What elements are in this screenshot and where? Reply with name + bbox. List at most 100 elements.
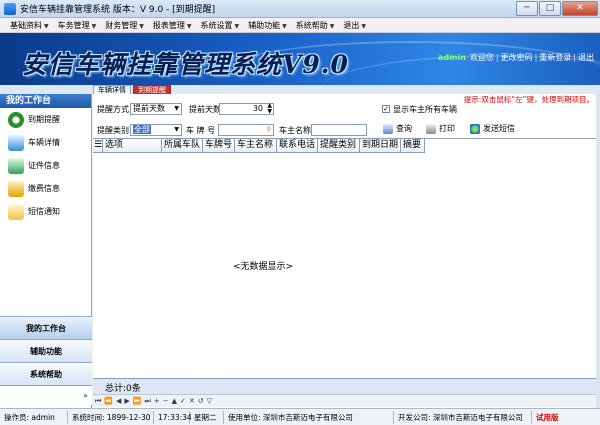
query-button[interactable]: 查询 (383, 123, 412, 134)
post-record-icon[interactable]: ✓ (180, 397, 186, 405)
sidebar-item-vehicle-details[interactable]: 车辆详情 (0, 131, 91, 154)
menu-reports[interactable]: 报表管理 ▼ (153, 20, 192, 31)
filter-icon[interactable]: ▽ (207, 397, 212, 405)
status-operator: 操作员: admin (0, 410, 68, 424)
vertical-scrollbar[interactable] (596, 94, 600, 408)
status-clock: 17:33:34 (154, 410, 192, 424)
print-button[interactable]: 打印 (426, 123, 455, 134)
window-title: 安信车辆挂靠管理系统 版本：V 9.0 - [到期提醒] (20, 5, 216, 15)
money-icon (8, 180, 24, 197)
tab-expiry-reminder[interactable]: 到期提醒 (133, 85, 171, 94)
filter-panel: 提醒方式: 提前天数 ▼ 提前天数: 30 ▲ ▼ ✓ 显示车主所有车辆 提醒类别 全… (93, 98, 596, 140)
show-all-label: 显示车主所有车辆 (393, 105, 457, 114)
record-navigator: ⏮ ⏪ ◀ ▶ ⏩ ⏭ + − ▲ ✓ ✕ ↺ ▽ (93, 394, 596, 407)
sidebar-item-label: 缴费信息 (28, 184, 60, 193)
empty-state-text: <无数据显示> (233, 262, 294, 272)
menu-finance[interactable]: 财务管理 ▼ (105, 20, 144, 31)
delete-record-icon[interactable]: − (163, 397, 169, 405)
tab-strip: 车辆详情 到期提醒 (0, 85, 600, 94)
remind-type-select[interactable]: 全部 ▼ (130, 124, 182, 136)
col-header-option[interactable]: 选项 (103, 139, 162, 153)
insert-record-icon[interactable]: + (154, 397, 160, 405)
tools-button[interactable]: 辅助功能 (0, 339, 92, 362)
chevron-down-icon: ▼ (174, 105, 179, 112)
menu-settings[interactable]: 系统设置 ▼ (201, 20, 240, 31)
menu-bar: 基础资料 ▼ 车务管理 ▼ 财务管理 ▼ 报表管理 ▼ 系统设置 ▼ 辅助功能 ▼ 系统帮助… (0, 18, 600, 33)
car-icon (8, 134, 24, 151)
menu-basic-data[interactable]: 基础资料 ▼ (10, 20, 49, 31)
current-user: admin (437, 53, 466, 62)
next-page-icon[interactable]: ⏩ (133, 397, 142, 405)
chevron-down-icon: ▼ (44, 22, 49, 30)
first-record-icon[interactable]: ⏮ (95, 397, 101, 406)
col-header-plate[interactable]: 车牌号 (203, 139, 235, 153)
expand-arrow-icon[interactable]: » (0, 385, 92, 405)
exit-link[interactable]: 退出 (578, 53, 594, 62)
sidebar-item-label: 车辆详情 (28, 138, 60, 147)
col-header-phone[interactable]: 联系电话 (277, 139, 318, 153)
chevron-down-icon: ▼ (174, 126, 179, 133)
sidebar-item-label: 证件信息 (28, 161, 60, 170)
sidebar-header: 我的工作台 (0, 94, 91, 108)
menu-tools[interactable]: 辅助功能 ▼ (248, 20, 287, 31)
col-header-team[interactable]: 所属车队 (162, 139, 203, 153)
status-trial-badge: 试用版 (536, 412, 559, 422)
sms-send-icon (470, 123, 480, 134)
menu-help[interactable]: 系统帮助 ▼ (296, 20, 335, 31)
spin-arrows-icon[interactable]: ▲ ▼ (267, 103, 272, 115)
sidebar-item-expiry-reminder[interactable]: 到期提醒 (0, 108, 91, 131)
refresh-icon[interactable]: ↺ (198, 397, 204, 405)
query-icon (383, 123, 393, 134)
maximize-button[interactable]: □ (539, 1, 561, 16)
remind-type-label: 提醒类别 (97, 126, 129, 135)
banner: 安信车辆挂靠管理系统V9.0 admin 欢迎您 | 更改密码 | 重新登录 | 退出 (0, 33, 600, 85)
total-count: 总计:0条 (105, 384, 141, 394)
close-button[interactable]: ✕ (562, 1, 598, 16)
sidebar-item-label: 短信通知 (28, 207, 60, 216)
prev-page-icon[interactable]: ⏪ (104, 397, 113, 405)
sms-icon (8, 203, 24, 220)
grid-header: ☰ 选项 所属车队 车牌号 车主名称 联系电话 提醒类别 到期日期 摘要 (93, 139, 425, 153)
sidebar-item-documents[interactable]: 证件信息 (0, 154, 91, 177)
data-grid[interactable]: ☰ 选项 所属车队 车牌号 车主名称 联系电话 提醒类别 到期日期 摘要 <无数… (93, 138, 596, 378)
search-icon[interactable]: ⚲ (267, 125, 271, 135)
help-button[interactable]: 系统帮助 (0, 362, 92, 385)
chevron-down-icon: ▼ (91, 22, 97, 30)
status-system-time: 系统时间: 1899-12-30 (68, 410, 154, 424)
col-header-summary[interactable]: 摘要 (401, 139, 425, 153)
window-controls: ─ □ ✕ (516, 1, 598, 16)
last-record-icon[interactable]: ⏭ (145, 397, 151, 406)
plate-input[interactable]: ⚲ (218, 124, 274, 136)
status-user-unit: 使用单位: 深圳市吉斯迈电子有限公司 (224, 410, 394, 424)
remind-mode-select[interactable]: 提前天数 ▼ (130, 103, 182, 115)
change-password-link[interactable]: 更改密码 (501, 53, 533, 62)
menu-exit[interactable]: 退出 ▼ (343, 20, 366, 31)
workbench-button[interactable]: 我的工作台 (0, 316, 92, 339)
chevron-down-icon: ▼ (186, 22, 192, 30)
menu-vehicle-affairs[interactable]: 车务管理 ▼ (58, 20, 97, 31)
col-header-remind-type[interactable]: 提醒类别 (318, 139, 360, 153)
cancel-record-icon[interactable]: ✕ (189, 397, 195, 405)
prev-record-icon[interactable]: ◀ (116, 397, 121, 405)
welcome-text: 欢迎您 (469, 53, 494, 62)
status-developer: 开发公司: 深圳市吉斯迈电子有限公司 (394, 410, 532, 424)
days-ahead-stepper[interactable]: 30 ▲ ▼ (219, 103, 274, 115)
col-header-owner[interactable]: 车主名称 (235, 139, 277, 153)
chevron-down-icon: ▼ (361, 22, 366, 30)
chevron-down-icon: ▼ (234, 22, 240, 30)
minimize-button[interactable]: ─ (516, 1, 538, 16)
tab-vehicle-details[interactable]: 车辆详情 (93, 85, 131, 94)
printer-icon (426, 123, 436, 134)
edit-record-icon[interactable]: ▲ (172, 397, 177, 405)
owner-input[interactable] (311, 124, 367, 136)
owner-label: 车主名称 (279, 126, 311, 135)
sidebar-item-sms[interactable]: 短信通知 (0, 200, 91, 223)
send-sms-button[interactable]: 发送短信 (470, 123, 515, 134)
next-record-icon[interactable]: ▶ (124, 397, 129, 405)
show-all-checkbox[interactable]: ✓ (382, 105, 390, 113)
relogin-link[interactable]: 重新登录 (539, 53, 571, 62)
sidebar-item-payments[interactable]: 缴费信息 (0, 177, 91, 200)
chevron-down-icon: ▼ (282, 22, 287, 30)
sidebar: 我的工作台 到期提醒 车辆详情 证件信息 缴费信息 短信通知 我的工作台 辅助功… (0, 94, 92, 408)
col-header-expiry-date[interactable]: 到期日期 (360, 139, 401, 153)
